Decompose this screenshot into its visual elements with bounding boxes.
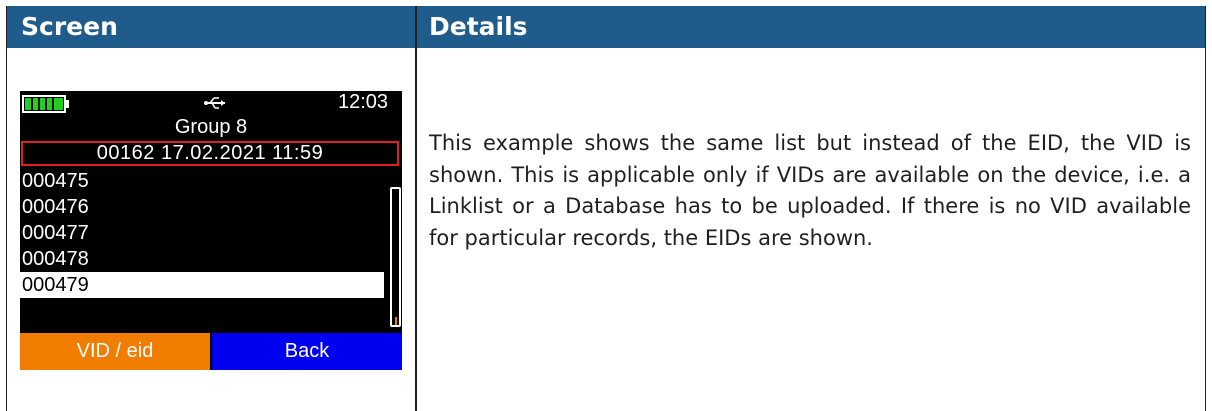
group-title: Group 8	[174, 116, 248, 138]
softkey-bar: VID / eid Back	[20, 333, 402, 370]
scrollbar[interactable]	[390, 187, 401, 327]
header-details: Details	[429, 12, 528, 41]
vid-list: 000475 000476 000477 000478 000479	[20, 168, 388, 298]
battery-fill	[25, 98, 63, 110]
list-item[interactable]: 000477	[20, 220, 388, 246]
details-description: This example shows the same list but ins…	[429, 131, 1191, 250]
list-item-selected[interactable]: 000479	[20, 272, 384, 298]
battery-icon	[22, 95, 66, 113]
column-divider	[415, 6, 417, 411]
table-header-row: Screen Details	[7, 6, 1205, 48]
back-button[interactable]: Back	[212, 333, 402, 370]
documentation-table: Screen Details 12:03 Group 8 00162 17.02…	[6, 6, 1206, 411]
battery-tip	[66, 100, 69, 108]
list-item[interactable]: 000478	[20, 246, 388, 272]
list-item[interactable]: 000476	[20, 194, 388, 220]
clock: 12:03	[338, 91, 389, 113]
header-screen: Screen	[21, 12, 118, 41]
scroll-thumb[interactable]	[395, 317, 397, 325]
vid-eid-toggle-button[interactable]: VID / eid	[20, 333, 210, 370]
session-header: 00162 17.02.2021 11:59	[21, 141, 399, 166]
usb-icon	[204, 97, 225, 109]
list-item[interactable]: 000475	[20, 168, 388, 194]
device-screen: 12:03 Group 8 00162 17.02.2021 11:59 000…	[20, 91, 402, 370]
